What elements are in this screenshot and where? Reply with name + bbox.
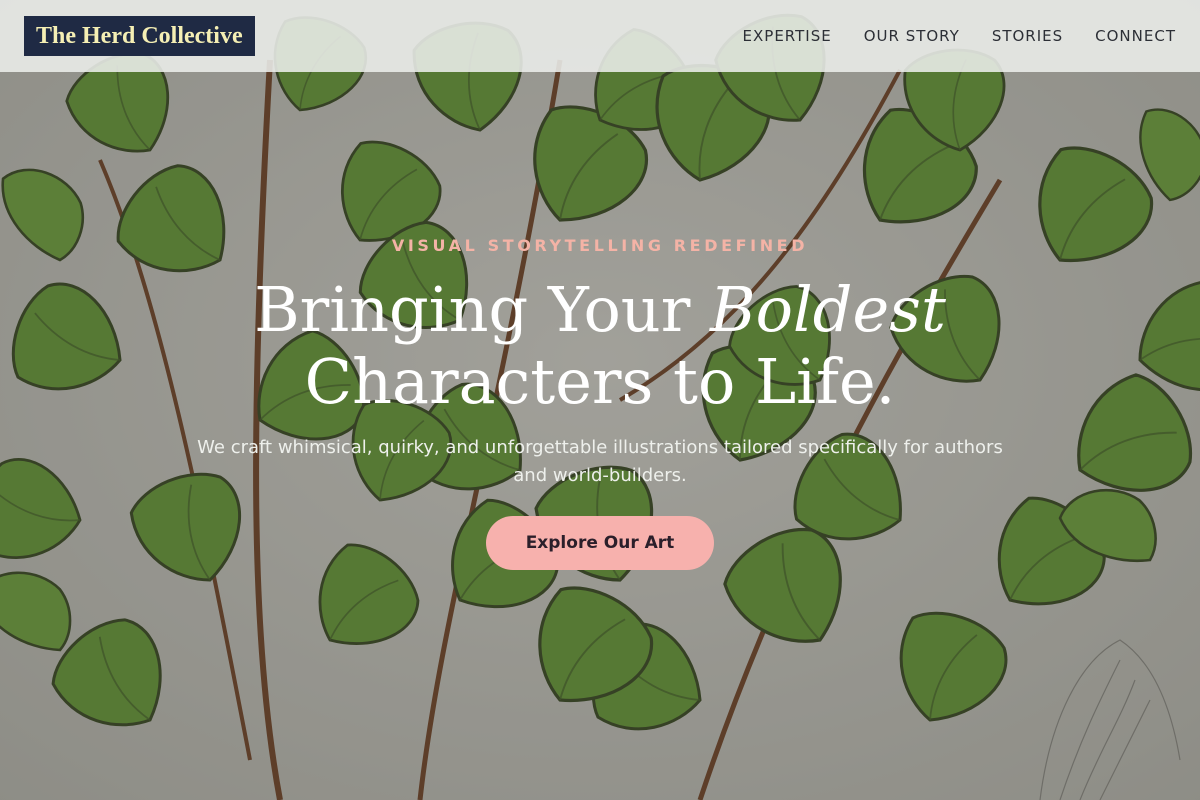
- hero-subtext: We craft whimsical, quirky, and unforget…: [197, 437, 1003, 486]
- page: The Herd Collective EXPERTISE OUR STORY …: [0, 0, 1200, 800]
- hero-section: VISUAL STORYTELLING REDEFINED Bringing Y…: [0, 232, 1200, 570]
- nav-link-expertise[interactable]: EXPERTISE: [743, 26, 832, 46]
- hero-kicker: VISUAL STORYTELLING REDEFINED: [391, 236, 809, 255]
- main-nav: EXPERTISE OUR STORY STORIES CONNECT: [743, 26, 1176, 46]
- nav-link-our-story[interactable]: OUR STORY: [864, 26, 960, 46]
- site-logo[interactable]: The Herd Collective: [24, 16, 255, 56]
- hero-headline: Bringing Your Boldest Characters to Life.: [0, 274, 1200, 418]
- headline-part-1: Bringing Your: [254, 273, 711, 346]
- headline-part-2: Characters to Life.: [304, 345, 896, 418]
- nav-link-stories[interactable]: STORIES: [992, 26, 1063, 46]
- site-header: The Herd Collective EXPERTISE OUR STORY …: [0, 0, 1200, 72]
- headline-emphasis: Boldest: [710, 273, 946, 346]
- nav-link-connect[interactable]: CONNECT: [1095, 26, 1176, 46]
- explore-art-button[interactable]: Explore Our Art: [485, 516, 715, 570]
